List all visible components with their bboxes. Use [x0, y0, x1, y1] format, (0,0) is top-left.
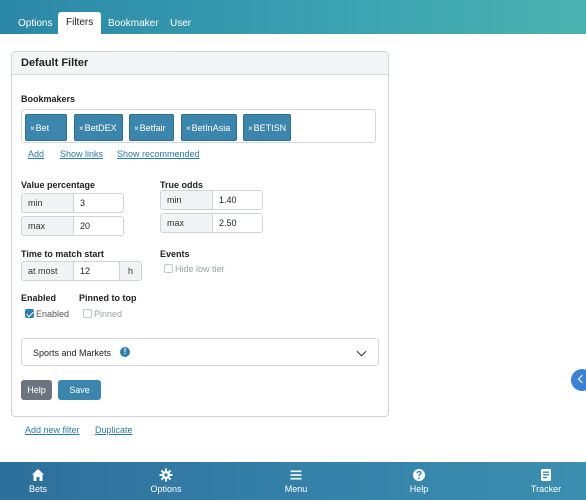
chip-label: Betfair [139, 123, 166, 133]
input-value[interactable]: 3 [74, 194, 123, 212]
chevron-down-icon[interactable] [356, 346, 367, 357]
pinned-label: Pinned to top [79, 293, 137, 303]
nav-options[interactable]: Options [126, 462, 206, 500]
bookmakers-label: Bookmakers [21, 94, 76, 104]
duplicate-link[interactable]: Duplicate [95, 425, 133, 435]
chip-label: BETISN [253, 123, 287, 133]
value-max-input[interactable]: max 20 [21, 216, 124, 236]
bookmaker-chip[interactable]: ×Betfair [129, 114, 174, 141]
hamburger-icon [290, 470, 302, 480]
sports-markets-accordion[interactable]: Sports and Markets ! [21, 338, 379, 366]
bookmakers-select[interactable]: ×Bet ×BetDEX ×Betfair ×BetInAsia ×BETISN [21, 109, 376, 143]
add-new-filter-link[interactable]: Add new filter [25, 425, 80, 435]
home-icon [32, 469, 44, 481]
enabled-checkbox[interactable] [25, 309, 34, 318]
value-min-input[interactable]: min 3 [21, 193, 124, 213]
nav-label: Menu [284, 484, 308, 494]
question-icon [413, 469, 425, 481]
chip-label: Bet [35, 123, 50, 133]
pinned-checkbox-label: Pinned [94, 309, 123, 319]
info-icon[interactable]: ! [120, 347, 130, 357]
remove-icon[interactable]: × [134, 124, 139, 133]
input-prefix: max [161, 214, 213, 232]
input-value[interactable]: 12 [74, 262, 119, 280]
help-button[interactable]: Help [21, 380, 52, 400]
time-to-match-input[interactable]: at most 12 h [21, 261, 142, 281]
bookmaker-chip[interactable]: ×BetDEX [74, 114, 123, 141]
bookmaker-chip[interactable]: ×BETISN [243, 114, 291, 141]
nav-label: Options [150, 484, 182, 494]
input-prefix: min [22, 194, 74, 212]
events-label: Events [160, 249, 190, 259]
enabled-label: Enabled [21, 293, 57, 303]
input-prefix: max [22, 217, 74, 235]
tab-bookmaker[interactable]: Bookmaker [100, 13, 167, 34]
input-value[interactable]: 2.50 [213, 214, 262, 232]
true-odds-label: True odds [160, 180, 204, 190]
hide-low-tier-checkbox[interactable] [164, 264, 173, 273]
remove-icon[interactable]: × [79, 124, 84, 133]
odds-max-input[interactable]: max 2.50 [160, 213, 263, 233]
nav-help[interactable]: Help [379, 462, 459, 500]
enabled-checkbox-label: Enabled [36, 309, 70, 319]
sports-markets-label: Sports and Markets [33, 348, 112, 358]
input-value[interactable]: 1.40 [213, 191, 262, 209]
hide-low-tier-label: Hide low tier [175, 264, 225, 274]
add-bookmaker-link[interactable]: Add [28, 149, 44, 159]
input-prefix: at most [22, 262, 74, 280]
tab-filters[interactable]: Filters [58, 12, 102, 34]
sidebar-toggle-button[interactable] [571, 369, 586, 391]
input-prefix: min [161, 191, 213, 209]
remove-icon[interactable]: × [248, 124, 253, 133]
top-tab-bar: Options Filters Bookmaker User [0, 0, 586, 34]
card-title: Default Filter [12, 52, 388, 75]
remove-icon[interactable]: × [30, 124, 35, 133]
odds-min-input[interactable]: min 1.40 [160, 190, 263, 210]
tab-options[interactable]: Options [10, 13, 60, 34]
save-button[interactable]: Save [58, 380, 101, 400]
nav-label: Tracker [530, 484, 562, 494]
nav-label: Bets [28, 484, 47, 494]
filter-card: Default Filter Bookmakers ×Bet ×BetDEX ×… [11, 51, 389, 417]
input-unit: h [119, 262, 141, 280]
show-links-link[interactable]: Show links [60, 149, 103, 159]
value-percentage-label: Value percentage [21, 180, 96, 190]
bottom-nav: Bets Options Menu Help Tracker [0, 462, 586, 500]
gear-icon [159, 468, 173, 482]
nav-tracker[interactable]: Tracker [506, 462, 586, 500]
input-value[interactable]: 20 [74, 217, 123, 235]
tab-user[interactable]: User [162, 13, 199, 34]
time-to-match-label: Time to match start [21, 249, 104, 259]
nav-label: Help [409, 484, 429, 494]
nav-menu[interactable]: Menu [256, 462, 336, 500]
chip-label: BetInAsia [191, 123, 231, 133]
pinned-checkbox[interactable] [83, 309, 92, 318]
bookmaker-chip[interactable]: ×BetInAsia [181, 114, 237, 141]
show-recommended-link[interactable]: Show recommended [117, 149, 200, 159]
bookmaker-chip[interactable]: ×Bet [25, 114, 67, 141]
remove-icon[interactable]: × [186, 124, 191, 133]
nav-bets[interactable]: Bets [0, 462, 78, 500]
tracker-icon [541, 469, 551, 481]
chip-label: BetDEX [84, 123, 117, 133]
